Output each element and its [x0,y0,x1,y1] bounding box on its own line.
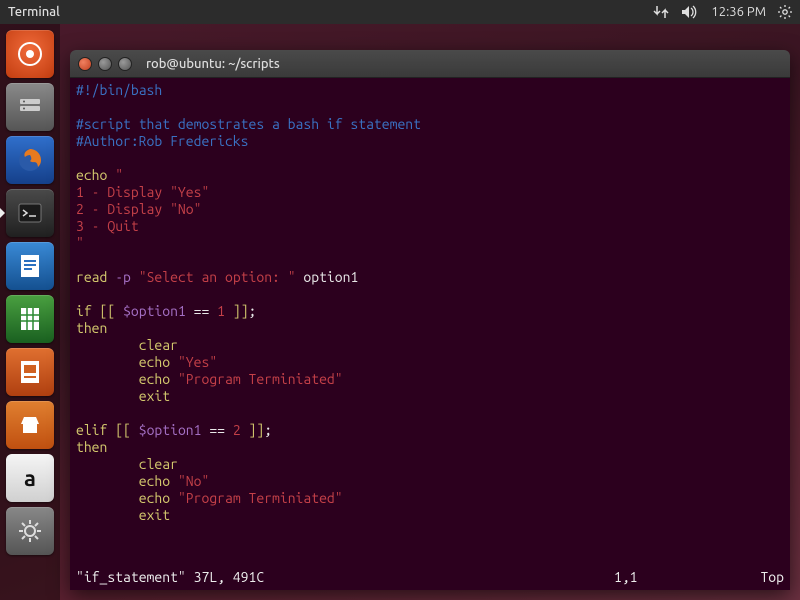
indent [76,490,139,506]
kw-then: then [76,439,107,455]
kw-if: if [76,303,92,319]
vim-scroll-indicator: Top [734,569,784,586]
files-icon[interactable] [6,83,54,131]
clock[interactable]: 12:36 PM [711,5,766,19]
kw-clear: clear [139,337,178,353]
volume-icon[interactable] [681,5,699,19]
indent [76,337,139,353]
str-no: "No" [178,473,209,489]
terminal-body[interactable]: #!/bin/bash #script that demostrates a b… [70,78,790,590]
active-app-label: Terminal [8,5,60,19]
eq: == [201,422,232,438]
libreoffice-writer-icon[interactable] [6,242,54,290]
indent [76,388,139,404]
indent [76,456,139,472]
network-icon[interactable] [653,5,669,19]
menu-line-2: 2 - Display "No" [76,201,201,217]
kw-exit: exit [139,507,170,523]
top-panel: Terminal 12:36 PM [0,0,800,24]
indent [76,371,139,387]
dquote: " [76,235,84,251]
var: $option1 [123,303,186,319]
maximize-icon[interactable] [118,57,132,71]
menu-line-1: 1 - Display "Yes" [76,184,209,200]
libreoffice-calc-icon[interactable] [6,295,54,343]
code-shebang: #!/bin/bash [76,82,162,98]
kw-echo: echo [139,490,170,506]
dquote: " [115,167,123,183]
kw-elif: elif [76,422,107,438]
kw-echo: echo [139,354,170,370]
kw-echo: echo [76,167,107,183]
indent [76,473,139,489]
amazon-glyph: a [24,466,36,491]
ubuntu-software-icon[interactable] [6,401,54,449]
kw-read: read [76,269,107,285]
var: $option1 [139,422,202,438]
vim-status-line: "if_statement" 37L, 491C 1,1Top [76,569,784,586]
code-comment-author: #Author:Rob Fredericks [76,133,248,149]
vim-cursor-position: 1,1 [614,569,734,586]
kw-then: then [76,320,107,336]
menu-line-3: 3 - Quit [76,218,139,234]
eq: == [186,303,217,319]
semi: ; [264,422,272,438]
read-opt: -p [115,269,131,285]
kw-clear: clear [139,456,178,472]
code-comment-desc: #script that demostrates a bash if state… [76,116,421,132]
system-settings-icon[interactable] [6,507,54,555]
terminal-icon[interactable] [6,189,54,237]
bracket: [[ [100,303,124,319]
libreoffice-impress-icon[interactable] [6,348,54,396]
kw-echo: echo [139,371,170,387]
read-var: option1 [296,269,359,285]
bracket: [[ [115,422,139,438]
read-prompt: "Select an option: " [139,269,296,285]
amazon-icon[interactable]: a [6,454,54,502]
close-icon[interactable] [78,57,92,71]
str-terminated: "Program Terminiated" [178,371,343,387]
bracket: ]] [241,422,265,438]
str-yes: "Yes" [178,354,217,370]
indent [76,354,139,370]
indent [76,507,139,523]
kw-exit: exit [139,388,170,404]
lit-2: 2 [233,422,241,438]
unity-launcher: a [0,24,60,600]
kw-echo: echo [139,473,170,489]
window-titlebar[interactable]: rob@ubuntu: ~/scripts [70,50,790,78]
dash-icon[interactable] [6,30,54,78]
terminal-window: rob@ubuntu: ~/scripts #!/bin/bash #scrip… [70,50,790,590]
minimize-icon[interactable] [98,57,112,71]
gear-icon[interactable] [778,5,792,19]
lit-1: 1 [217,303,225,319]
bracket: ]] [225,303,249,319]
vim-fileinfo: "if_statement" 37L, 491C [76,569,264,586]
firefox-icon[interactable] [6,136,54,184]
window-title: rob@ubuntu: ~/scripts [146,57,280,71]
semi: ; [249,303,257,319]
str-terminated: "Program Terminiated" [178,490,343,506]
